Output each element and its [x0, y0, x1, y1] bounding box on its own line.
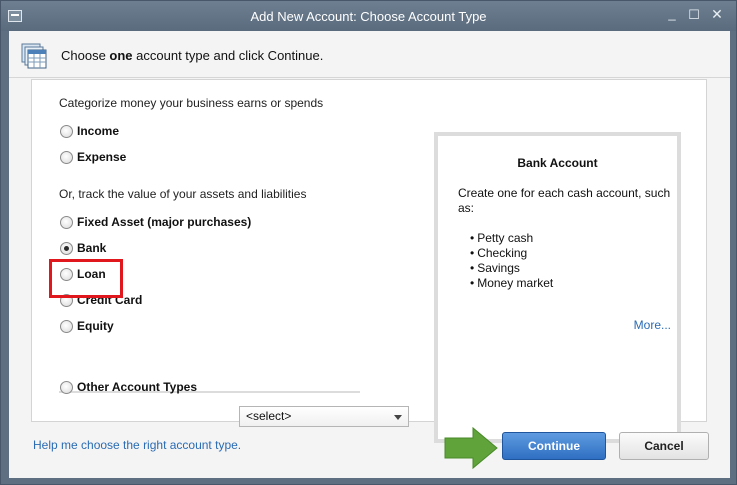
header-separator — [9, 77, 730, 78]
radio-other-account-types[interactable]: Other Account Types — [60, 379, 197, 395]
instruction-suffix: account type and click Continue. — [132, 48, 324, 63]
info-item: Checking — [470, 246, 553, 261]
more-link[interactable]: More... — [634, 318, 671, 332]
continue-button[interactable]: Continue — [502, 432, 606, 460]
track-section-label: Or, track the value of your assets and l… — [59, 187, 307, 201]
radio-fixed-asset-label[interactable]: Fixed Asset (major purchases) — [77, 215, 251, 229]
radio-bank-label[interactable]: Bank — [77, 241, 106, 255]
radio-income-button[interactable] — [60, 124, 73, 138]
info-item: Money market — [470, 276, 553, 291]
info-item: Petty cash — [470, 231, 553, 246]
radio-equity-label[interactable]: Equity — [77, 319, 114, 333]
minimize-button[interactable]: _ — [663, 6, 681, 21]
title-bar: Add New Account: Choose Account Type _ ☐… — [1, 1, 736, 31]
radio-bank-button[interactable] — [60, 241, 73, 255]
dialog-window: Add New Account: Choose Account Type _ ☐… — [0, 0, 737, 485]
help-link[interactable]: Help me choose the right account type. — [33, 438, 241, 452]
info-example-list: Petty cash Checking Savings Money market — [470, 231, 553, 291]
radio-fixed-asset[interactable]: Fixed Asset (major purchases) — [60, 214, 251, 230]
info-item: Savings — [470, 261, 553, 276]
radio-fixed-asset-button[interactable] — [60, 215, 73, 229]
radio-bank[interactable]: Bank — [60, 240, 106, 256]
radio-equity[interactable]: Equity — [60, 318, 114, 334]
instruction-text: Choose one account type and click Contin… — [61, 48, 323, 63]
categorize-section-label: Categorize money your business earns or … — [59, 96, 324, 110]
account-register-icon — [21, 43, 47, 69]
other-account-type-select[interactable]: <select> — [239, 406, 409, 427]
account-info-box: Bank Account Create one for each cash ac… — [434, 132, 681, 443]
info-title: Bank Account — [517, 156, 598, 170]
window-title: Add New Account: Choose Account Type — [250, 9, 487, 24]
radio-expense-button[interactable] — [60, 150, 73, 164]
bank-highlight-box — [49, 259, 123, 298]
radio-income[interactable]: Income — [60, 123, 119, 139]
maximize-button[interactable]: ☐ — [685, 7, 703, 23]
info-description: Create one for each cash account, such a… — [458, 186, 671, 215]
cancel-button[interactable]: Cancel — [619, 432, 709, 460]
chevron-down-icon[interactable] — [394, 415, 402, 420]
radio-equity-button[interactable] — [60, 319, 73, 333]
account-type-panel: Categorize money your business earns or … — [31, 79, 707, 443]
select-value: <select> — [246, 409, 292, 423]
green-arrow-icon — [444, 426, 498, 470]
close-button[interactable]: ✕ — [708, 6, 726, 23]
radio-expense-label[interactable]: Expense — [77, 150, 126, 164]
radio-income-label[interactable]: Income — [77, 124, 119, 138]
instruction-prefix: Choose — [61, 48, 110, 63]
dialog-body: Choose one account type and click Contin… — [9, 31, 730, 478]
radio-other-label[interactable]: Other Account Types — [77, 380, 197, 394]
radio-other-button[interactable] — [60, 380, 73, 394]
radio-expense[interactable]: Expense — [60, 149, 126, 165]
instruction-emphasis: one — [109, 48, 133, 63]
